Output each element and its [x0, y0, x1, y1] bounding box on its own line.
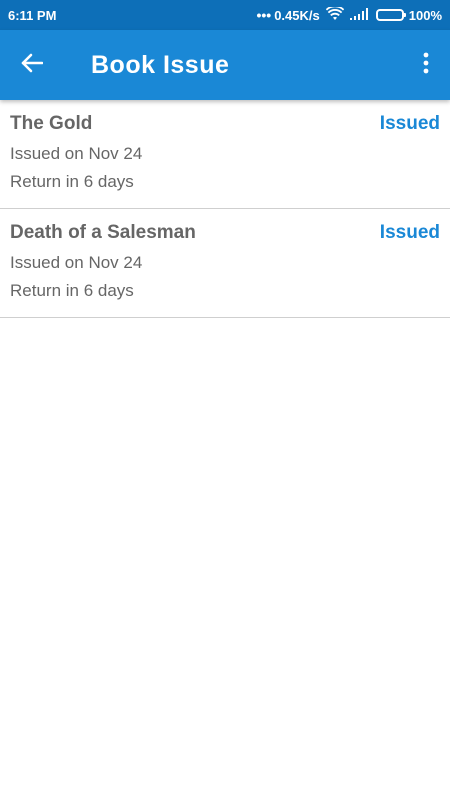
book-title: Death of a Salesman: [10, 222, 196, 243]
signal-icon: [349, 7, 370, 23]
overflow-menu-button[interactable]: [416, 50, 436, 80]
book-list: The Gold Issued Issued on Nov 24 Return …: [0, 100, 450, 318]
issued-date: Issued on Nov 24: [10, 144, 143, 163]
battery-icon: [375, 9, 406, 21]
arrow-back-icon: [21, 53, 44, 78]
page-title: Book Issue: [91, 51, 230, 79]
status-right: ••• 0.45K/s 100%: [256, 5, 442, 24]
status-badge: Issued: [379, 222, 440, 243]
more-vertical-icon: [423, 52, 429, 79]
issued-date: Issued on Nov 24: [10, 253, 143, 272]
list-item[interactable]: Death of a Salesman Issued Issued on Nov…: [0, 209, 450, 318]
list-item[interactable]: The Gold Issued Issued on Nov 24 Return …: [0, 100, 450, 209]
return-info: Return in 6 days: [10, 172, 134, 191]
network-speed: 0.45K/s: [274, 7, 320, 23]
more-indicator-icon: •••: [256, 7, 272, 23]
app-bar: Book Issue: [0, 30, 450, 100]
back-button[interactable]: [14, 50, 50, 80]
wifi-icon: [325, 5, 344, 24]
battery-level: 100%: [408, 7, 442, 23]
status-time: 6:11 PM: [8, 7, 57, 23]
status-bar: 6:11 PM ••• 0.45K/s 100%: [0, 0, 450, 30]
return-info: Return in 6 days: [10, 281, 134, 300]
book-title: The Gold: [10, 113, 93, 134]
status-badge: Issued: [379, 113, 440, 134]
battery-group: 100%: [375, 7, 442, 23]
